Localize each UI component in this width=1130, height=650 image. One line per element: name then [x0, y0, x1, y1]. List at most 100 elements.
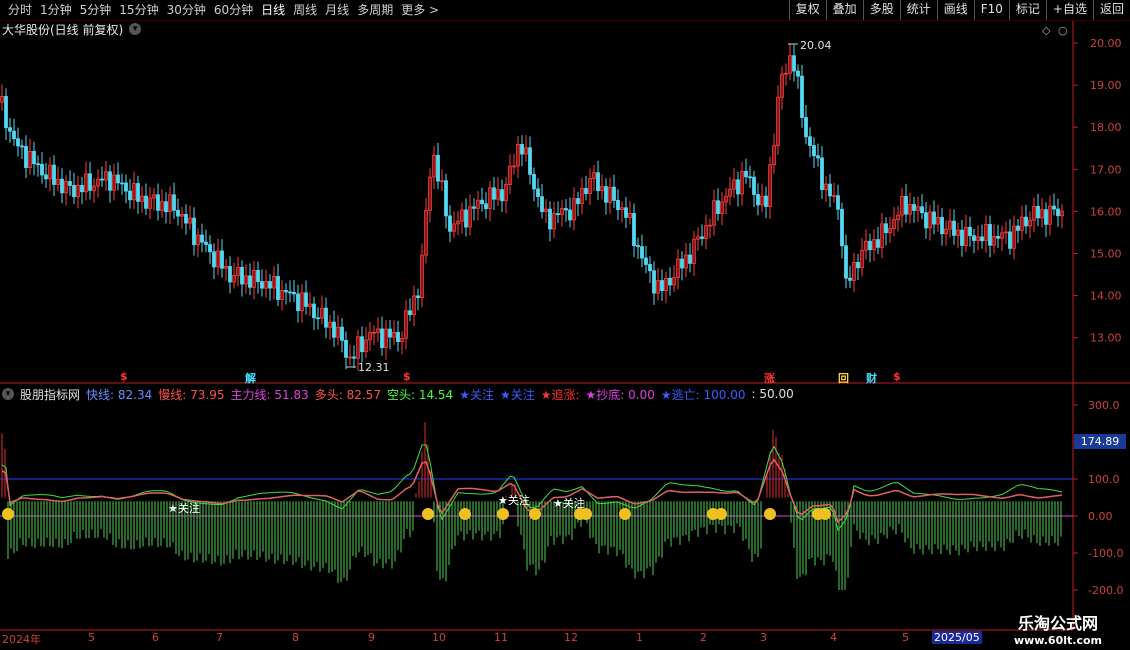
candle-body	[68, 181, 72, 186]
circle-icon[interactable]: ○	[1058, 24, 1068, 37]
candle-body	[4, 96, 8, 129]
candle-body	[980, 236, 984, 242]
candle-body	[972, 235, 976, 241]
candle-body	[800, 75, 804, 118]
event-marker-5[interactable]: 财	[866, 370, 877, 386]
event-marker-1[interactable]: 解	[245, 370, 256, 386]
candle-body	[172, 194, 176, 211]
candle-body	[556, 213, 560, 216]
candle-body	[996, 236, 1000, 239]
long-line: 多头: 82.57	[314, 387, 381, 402]
candle-body	[324, 307, 328, 328]
candle-body	[312, 303, 316, 319]
event-marker-4[interactable]: 回	[838, 370, 849, 386]
event-marker-2[interactable]: $	[403, 370, 411, 383]
candle-body	[408, 310, 412, 316]
focus-label-2: ★关注	[499, 387, 535, 402]
candle-body	[520, 144, 524, 155]
price-tick-label: 14.00	[1090, 290, 1122, 303]
fast-line: 快线: 82.34	[86, 387, 153, 402]
candle-body	[436, 154, 440, 182]
smiley-icon	[819, 508, 831, 520]
short-line: 空头: 14.54	[386, 387, 454, 402]
date-label-9: 1	[636, 631, 643, 644]
candlesticks	[0, 43, 1064, 371]
candle-body	[136, 183, 140, 202]
date-axis: 2024年 5 6 7 8 9 10 11 12 1 2 3 4 5 2025/05	[0, 630, 1080, 646]
candle-body	[500, 189, 504, 202]
date-label-6: 10	[432, 631, 446, 644]
candle-body	[564, 208, 568, 211]
candle-body	[680, 258, 684, 269]
smiley-icon	[529, 508, 541, 520]
smiley-icon	[422, 508, 434, 520]
event-marker-3[interactable]: 涨	[764, 370, 775, 386]
main-line: 主力线: 51.83	[230, 387, 309, 402]
candle-body	[288, 291, 292, 294]
chevron-down-icon[interactable]: ▾	[2, 388, 14, 400]
candle-body	[836, 195, 840, 210]
event-marker-6[interactable]: $	[893, 370, 901, 383]
candle-body	[1016, 225, 1020, 231]
date-label-10: 2	[700, 631, 707, 644]
indicator-tick-label: 100.0	[1088, 473, 1120, 486]
candle-body	[416, 295, 420, 299]
candle-body	[968, 226, 972, 237]
candle-body	[612, 186, 616, 201]
smiley-icon	[715, 508, 727, 520]
candle-body	[380, 328, 384, 349]
indicator-tick-label: -100.0	[1088, 547, 1123, 560]
candle-body	[296, 293, 300, 312]
candle-body	[920, 206, 924, 214]
candle-body	[584, 188, 588, 194]
candle-body	[228, 266, 232, 283]
smiley-icon	[497, 508, 509, 520]
indicator-plot: ★关注 ★关注 ★关注	[0, 422, 1073, 590]
candle-body	[844, 245, 848, 279]
candle-body	[164, 201, 168, 213]
candle-body	[212, 251, 216, 268]
candle-body	[536, 188, 540, 198]
candle-body	[840, 208, 844, 247]
candle-body	[812, 145, 816, 157]
candle-body	[652, 270, 656, 294]
candle-body	[128, 190, 132, 201]
price-ticks: 20.00 19.00 18.00 17.00 16.00 15.00 14.00 13.00	[1073, 37, 1122, 345]
candle-body	[32, 151, 36, 165]
candle-body	[492, 187, 496, 200]
candle-body	[352, 356, 356, 359]
date-label-14: 2025/05	[932, 631, 982, 644]
candle-body	[644, 257, 648, 265]
candle-body	[80, 184, 84, 193]
candle-body	[640, 246, 644, 259]
candle-body	[820, 157, 824, 191]
candle-body	[60, 178, 64, 194]
candle-body	[108, 171, 112, 191]
date-label-12: 4	[830, 631, 837, 644]
extra-value: : 50.00	[751, 387, 794, 401]
diamond-icon[interactable]: ◇	[1042, 24, 1051, 37]
candle-body	[144, 195, 148, 209]
candle-body	[540, 196, 544, 212]
candle-body	[792, 55, 796, 72]
candle-body	[120, 182, 124, 185]
date-label-13: 5	[902, 631, 909, 644]
indicator-ticks: 300.0200.0100.00.00-100.0-200.0	[1073, 399, 1123, 597]
candle-body	[660, 280, 664, 292]
smiley-icon	[2, 508, 14, 520]
candle-body	[256, 269, 260, 282]
candle-body	[668, 277, 672, 286]
candle-body	[1024, 216, 1028, 227]
candle-body	[548, 208, 552, 230]
price-tick-label: 20.00	[1090, 37, 1122, 50]
date-label-0: 2024年	[2, 633, 41, 646]
candle-body	[52, 164, 56, 185]
candle-body	[240, 266, 244, 285]
candle-body	[736, 179, 740, 195]
indicator-header: ▾ 股朋指标网 快线: 82.34 慢线: 73.95 主力线: 51.83 多…	[2, 386, 794, 402]
candle-body	[940, 216, 944, 235]
candle-body	[1036, 205, 1040, 219]
candle-body	[848, 277, 852, 281]
price-tick-label: 17.00	[1090, 163, 1122, 176]
event-marker-0[interactable]: $	[120, 370, 128, 383]
